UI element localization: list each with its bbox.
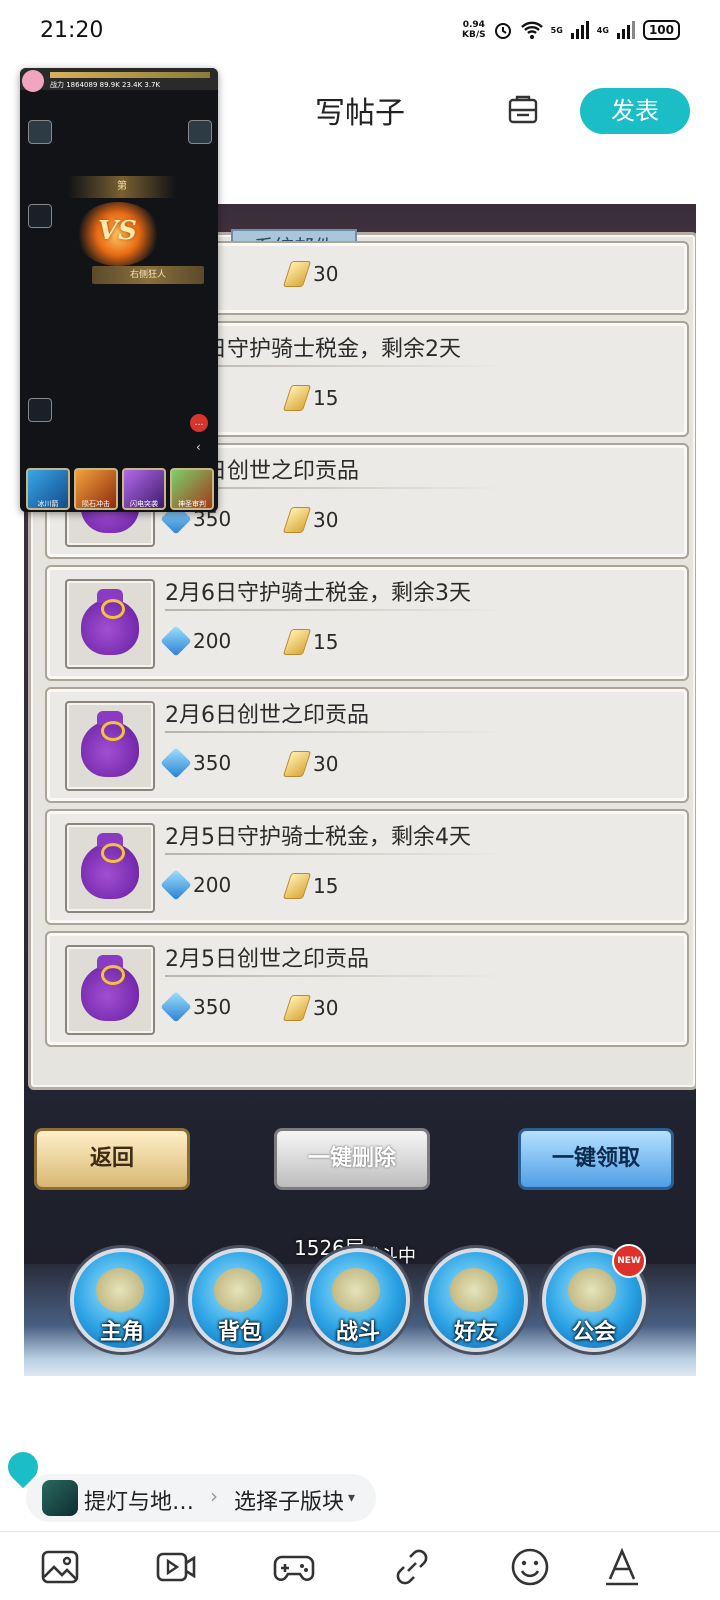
gold-ticket-icon xyxy=(282,995,312,1021)
mail-item: 2月5日守护骑士税金，剩余4天 200 15 xyxy=(45,809,689,925)
mail-title: 2月6日创世之印贡品 xyxy=(165,703,369,728)
gem-reward: 350 xyxy=(160,747,231,779)
forum-name[interactable]: 提灯与地… xyxy=(84,1484,194,1516)
menu-icon[interactable] xyxy=(28,204,52,228)
claim-all-button: 一键领取 xyxy=(518,1128,674,1190)
net-speed: 0.94 KB/S xyxy=(462,20,486,40)
mini-hp-bar xyxy=(50,72,210,78)
gold-ticket-icon xyxy=(282,751,312,777)
divider xyxy=(165,609,505,611)
map-icon[interactable] xyxy=(28,398,52,422)
gem-reward: 200 xyxy=(160,869,231,901)
chevron-right-icon: › xyxy=(210,1484,218,1508)
skill-slot[interactable]: 闪电突袭 xyxy=(122,468,166,510)
chevron-left-icon[interactable]: ‹ xyxy=(196,440,201,454)
gem-reward: 200 xyxy=(160,625,231,657)
journal-icon[interactable] xyxy=(28,120,52,144)
gold-reward: 30 xyxy=(282,995,338,1021)
video-icon[interactable] xyxy=(154,1545,198,1589)
settings-icon[interactable] xyxy=(188,120,212,144)
diamond-icon xyxy=(160,625,192,657)
mail-title: 2月5日守护骑士税金，剩余4天 xyxy=(165,825,471,850)
divider xyxy=(165,975,505,977)
link-icon[interactable] xyxy=(390,1545,434,1589)
nav-label-battle: 战斗 xyxy=(335,1320,380,1345)
game-icon xyxy=(42,1480,78,1516)
mail-title: 日守护骑士税金，剩余2天 xyxy=(205,337,461,362)
gold-reward: 30 xyxy=(282,261,338,287)
opponent-banner: 右侧狂人 xyxy=(92,266,204,284)
diamond-icon xyxy=(160,869,192,901)
vs-label: VS xyxy=(98,216,137,246)
diamond-icon xyxy=(160,991,192,1023)
wifi-icon xyxy=(520,21,543,39)
publish-button[interactable]: 发表 xyxy=(580,88,690,134)
signal-5g: 5G xyxy=(550,25,563,35)
skill-slot[interactable]: 冰川箭 xyxy=(26,468,70,510)
nav-label-friends: 好友 xyxy=(453,1320,498,1345)
mail-item: 2月6日守护骑士税金，剩余3天 200 15 xyxy=(45,565,689,681)
gold-reward: 15 xyxy=(282,629,338,655)
chat-icon[interactable]: … xyxy=(190,414,208,432)
mail-title: 2月5日创世之印贡品 xyxy=(165,947,369,972)
mail-title: 2月6日守护骑士税金，剩余3天 xyxy=(165,581,471,606)
gold-ticket-icon xyxy=(282,507,312,533)
text-format-icon[interactable] xyxy=(600,1545,644,1589)
caret-down-icon[interactable]: ▾ xyxy=(348,1490,355,1506)
gem-reward: 350 xyxy=(160,991,231,1023)
diamond-icon xyxy=(160,747,192,779)
signal-bars-icon xyxy=(570,21,589,39)
mail-item-icon xyxy=(65,945,155,1035)
mini-stats: 战力 1864089 89.9K 23.4K 3.7K xyxy=(50,81,161,89)
nav-label-guild: 公会 xyxy=(571,1320,616,1345)
mail-item-icon xyxy=(65,579,155,669)
divider xyxy=(165,731,505,733)
nav-label-hero: 主角 xyxy=(99,1320,144,1345)
divider xyxy=(165,853,505,855)
battery-indicator: 100 xyxy=(642,20,680,40)
gold-ticket-icon xyxy=(282,385,312,411)
gold-ticket-icon xyxy=(282,261,312,287)
skill-slot[interactable]: 神圣审判 xyxy=(170,468,214,510)
skill-slot[interactable]: 陨石冲击 xyxy=(74,468,118,510)
gold-reward: 15 xyxy=(282,385,338,411)
mail-item: 2月5日创世之印贡品 350 30 xyxy=(45,931,689,1047)
signal-4g: 4G xyxy=(596,25,609,35)
subsection-selector[interactable]: 选择子版块 xyxy=(234,1484,344,1516)
signal-bars-icon xyxy=(616,21,635,39)
gold-reward: 30 xyxy=(282,507,338,533)
gold-reward: 15 xyxy=(282,873,338,899)
alarm-icon xyxy=(494,23,511,39)
avatar xyxy=(22,70,44,92)
delete-all-button: 一键删除 xyxy=(274,1128,430,1190)
back-button: 返回 xyxy=(34,1128,190,1190)
new-badge: NEW xyxy=(612,1244,646,1278)
gold-ticket-icon xyxy=(282,629,312,655)
mail-item-icon xyxy=(65,701,155,791)
gamepad-icon[interactable] xyxy=(272,1545,316,1589)
mail-item-icon xyxy=(65,823,155,913)
gold-reward: 30 xyxy=(282,751,338,777)
toolbar-divider xyxy=(0,1531,720,1532)
gold-ticket-icon xyxy=(282,873,312,899)
mail-title: 日创世之印贡品 xyxy=(205,459,360,484)
nav-label-backpack: 背包 xyxy=(217,1320,262,1345)
emoji-icon[interactable] xyxy=(508,1545,552,1589)
image-icon[interactable] xyxy=(38,1545,82,1589)
stage-banner: 第 xyxy=(68,176,176,198)
status-icons: 0.94 KB/S 5G 4G 100 xyxy=(462,20,680,40)
drafts-icon[interactable] xyxy=(505,92,541,128)
status-time: 21:20 xyxy=(40,18,104,43)
mail-item: 2月6日创世之印贡品 350 30 xyxy=(45,687,689,803)
floating-game-window[interactable]: 战力 1864089 89.9K 23.4K 3.7K 第 VS 右侧狂人 … … xyxy=(20,68,218,512)
